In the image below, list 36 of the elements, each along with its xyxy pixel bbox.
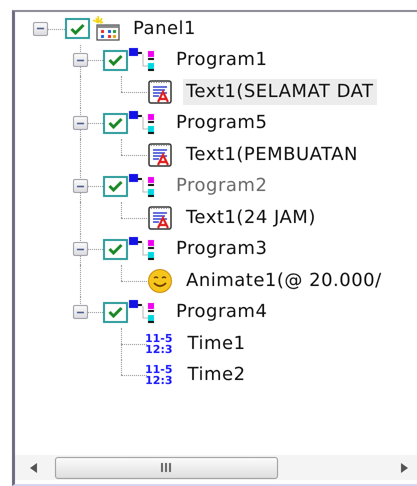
checkmark-icon	[70, 22, 85, 35]
tree-item[interactable]: Panel1	[130, 16, 200, 42]
collapse-button[interactable]	[73, 116, 88, 130]
checkmark-icon	[108, 117, 123, 130]
checkbox[interactable]	[103, 238, 128, 260]
checkmark-icon	[108, 54, 123, 66]
tree-item[interactable]: Time1	[184, 330, 249, 357]
smiley-icon	[147, 268, 173, 294]
tree-item[interactable]: Animate1(@ 20.000/	[183, 268, 385, 294]
checkmark-icon	[108, 180, 123, 192]
checkbox[interactable]	[103, 50, 128, 71]
horizontal-scrollbar[interactable]	[15, 455, 417, 480]
grip-icon	[160, 463, 172, 472]
checkbox[interactable]	[65, 18, 90, 40]
tree-item[interactable]: Text1(PEMBUATAN	[183, 142, 361, 168]
notepad-icon	[147, 142, 173, 168]
collapse-button[interactable]	[73, 305, 88, 320]
checkbox[interactable]	[103, 112, 128, 134]
checkmark-icon	[108, 243, 123, 256]
notepad-icon	[147, 204, 173, 231]
collapse-button[interactable]	[73, 242, 88, 256]
date-time-icon: 11-5 12:3	[145, 332, 173, 355]
collapse-button[interactable]	[73, 53, 88, 68]
tree-item[interactable]: Time2	[184, 362, 249, 388]
collapse-button[interactable]	[33, 22, 48, 36]
tree-item[interactable]: Program1	[173, 47, 270, 74]
panel-icon	[91, 16, 121, 42]
tree-item[interactable]: Text1(SELAMAT DAT	[183, 78, 377, 105]
checkmark-icon	[108, 306, 123, 318]
date-time-icon: 11-5 12:3	[145, 364, 173, 386]
tree-item[interactable]: Program5	[173, 110, 270, 136]
tree-item[interactable]: Program4	[173, 299, 270, 326]
tree-item[interactable]: Program3	[173, 236, 270, 262]
scrollbar-thumb[interactable]	[55, 456, 278, 478]
checkbox[interactable]	[103, 302, 128, 323]
notepad-icon	[147, 78, 173, 105]
